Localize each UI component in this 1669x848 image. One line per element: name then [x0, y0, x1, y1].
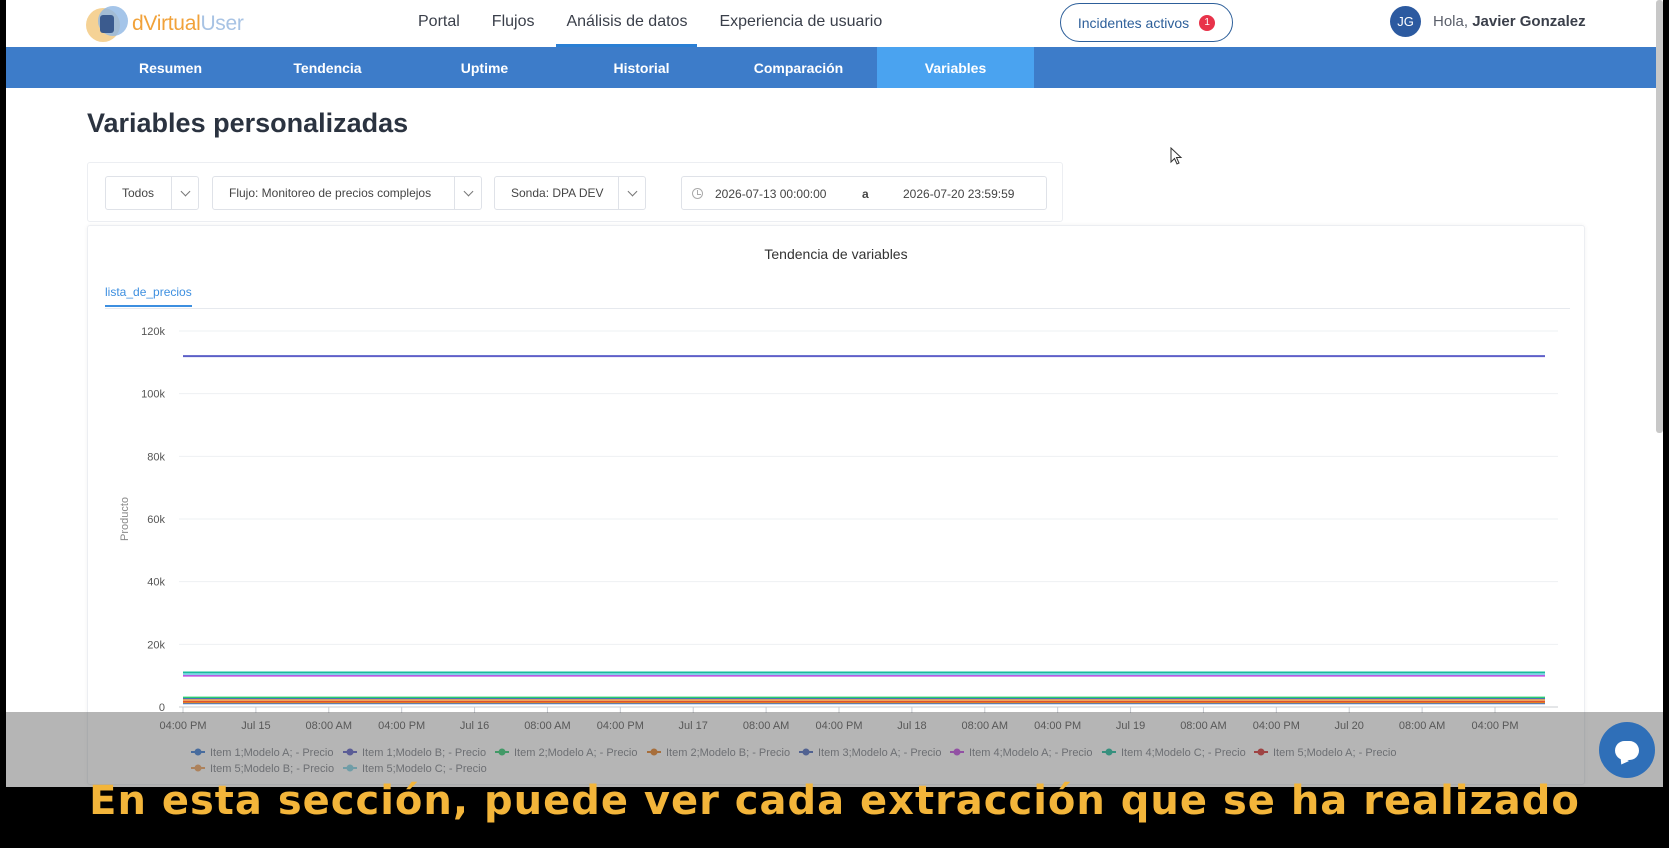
tab-uptime[interactable]: Uptime [406, 47, 563, 88]
flow-select-value: Flujo: Monitoreo de precios complejos [229, 186, 432, 200]
y-tick-label: 60k [147, 514, 165, 526]
tab-tendencia[interactable]: Tendencia [249, 47, 406, 88]
date-from-input[interactable]: 2026-07-13 00:00:00 [715, 187, 826, 201]
y-axis-label: Producto [119, 497, 131, 541]
mouse-cursor-icon [1170, 147, 1183, 165]
y-tick-label: 20k [147, 639, 165, 651]
chart-card: Tendencia de variables lista_de_precios … [87, 225, 1585, 785]
incidents-label: Incidentes activos [1077, 14, 1190, 31]
nav-analisis-de-datos[interactable]: Análisis de datos [556, 0, 698, 47]
date-separator: a [862, 187, 869, 201]
nav-flujos[interactable]: Flujos [482, 0, 545, 47]
chevron-down-icon [454, 177, 481, 209]
scrollbar[interactable] [1656, 0, 1663, 433]
flow-select[interactable]: Flujo: Monitoreo de precios complejos [212, 176, 482, 210]
active-incidents-button[interactable]: Incidentes activos 1 [1060, 3, 1233, 42]
clock-icon [692, 188, 703, 199]
y-tick-label: 100k [141, 389, 165, 401]
video-overlay [6, 712, 1663, 787]
top-header: dVirtualUser Portal Flujos Análisis de d… [6, 0, 1663, 47]
filter-bar: Todos Flujo: Monitoreo de precios comple… [87, 162, 1063, 222]
tab-resumen[interactable]: Resumen [92, 47, 249, 88]
logo-icon [86, 6, 128, 42]
chat-button[interactable] [1599, 722, 1655, 778]
y-tick-label: 120k [141, 326, 165, 338]
date-range-picker[interactable]: 2026-07-13 00:00:00 a 2026-07-20 23:59:5… [681, 176, 1047, 210]
video-caption: En esta sección, puede ver cada extracci… [89, 778, 1580, 824]
tab-variables[interactable]: Variables [877, 47, 1034, 88]
y-tick-label: 80k [147, 451, 165, 463]
main-nav: Portal Flujos Análisis de datos Experien… [408, 0, 904, 47]
app-window: dVirtualUser Portal Flujos Análisis de d… [6, 0, 1663, 787]
tab-comparacion[interactable]: Comparación [720, 47, 877, 88]
chevron-down-icon [171, 177, 198, 209]
tab-historial[interactable]: Historial [563, 47, 720, 88]
user-greeting: Hola, Javier Gonzalez [1433, 13, 1586, 30]
avatar: JG [1390, 6, 1421, 37]
chat-bubble-icon [1615, 740, 1639, 760]
date-to-input[interactable]: 2026-07-20 23:59:59 [903, 187, 1014, 201]
user-menu[interactable]: JG Hola, Javier Gonzalez [1390, 6, 1586, 37]
nav-experiencia-de-usuario[interactable]: Experiencia de usuario [709, 0, 892, 47]
incidents-count-badge: 1 [1199, 14, 1216, 31]
probe-select-value: Sonda: DPA DEV [511, 186, 604, 200]
scope-select-value: Todos [122, 186, 155, 200]
sub-nav: Resumen Tendencia Uptime Historial Compa… [6, 47, 1663, 88]
nav-portal[interactable]: Portal [408, 0, 470, 47]
chevron-down-icon [618, 177, 645, 209]
line-chart: 020k40k60k80k100k120kProducto04:00 PM Jul… [119, 326, 1558, 775]
probe-select[interactable]: Sonda: DPA DEV [494, 176, 646, 210]
page-title: Variables personalizadas [87, 108, 409, 138]
brand-name: dVirtualUser [132, 12, 244, 35]
y-tick-label: 40k [147, 577, 165, 589]
scope-select[interactable]: Todos [105, 176, 199, 210]
brand-logo[interactable]: dVirtualUser [86, 4, 244, 44]
